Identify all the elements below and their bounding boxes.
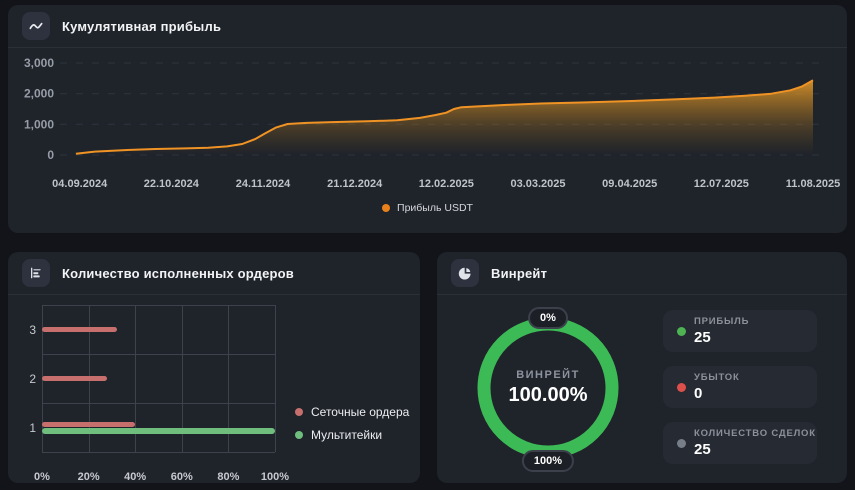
pie-chart-icon <box>451 259 479 287</box>
stat-value: 25 <box>694 441 711 458</box>
bar-row <box>42 305 275 354</box>
bar-Мультитейки[interactable] <box>42 428 275 434</box>
bar-Сеточные ордера[interactable] <box>42 421 136 427</box>
bar-Сеточные ордера[interactable] <box>42 375 108 382</box>
x-axis-label: 40% <box>124 471 147 483</box>
x-axis-label: 20% <box>77 471 100 483</box>
panel-title: Количество исполненных ордеров <box>62 265 294 281</box>
svg-text:2,000: 2,000 <box>24 87 54 101</box>
stat-card: КОЛИЧЕСТВО СДЕЛОК 25 <box>663 422 817 464</box>
category-label: 1 <box>29 420 36 435</box>
cumulative-profit-header: Кумулятивная прибыль <box>8 5 847 48</box>
bar-row <box>42 403 275 452</box>
ring-badge-zero: 0% <box>528 307 568 329</box>
bar-plot-area: 3 2 1 0% 20% 40% 60% 80% 100% <box>29 305 289 483</box>
ring-badge-hundred: 100% <box>521 450 575 472</box>
x-axis-label: 0% <box>34 471 50 483</box>
stat-value: 0 <box>694 385 703 402</box>
legend-label: Сеточные ордера <box>311 405 410 419</box>
executed-orders-header: Количество исполненных ордеров <box>8 252 420 295</box>
legend-label: Мультитейки <box>311 428 383 442</box>
stat-card: УБЫТОК 0 <box>663 366 817 408</box>
cumulative-profit-chart: 0 1,000 2,000 3,000 04.09.2024 22.10.2024 24.1… <box>24 56 840 190</box>
area-fill <box>75 80 813 155</box>
panel-title: Винрейт <box>491 265 548 281</box>
stat-label: УБЫТОК <box>694 372 740 383</box>
legend-dot <box>295 408 303 416</box>
legend-dot <box>295 431 303 439</box>
stat-label: КОЛИЧЕСТВО СДЕЛОК <box>694 428 816 439</box>
category-label: 2 <box>29 371 36 386</box>
x-tick-label: 11.08.2025 <box>786 178 840 190</box>
winrate-stats: ПРИБЫЛЬ 25 УБЫТОК 0 КОЛИЧЕСТВО СДЕЛОК 25 <box>663 310 817 464</box>
chart-legend[interactable]: Прибыль USDT <box>8 202 847 214</box>
winrate-panel: Винрейт ВИНРЕЙТ 100.00% 0% 100% ПРИБЫЛЬ … <box>437 252 847 483</box>
x-tick-label: 21.12.2024 <box>327 178 383 190</box>
grid-line-horizontal <box>42 452 275 453</box>
bar-chart-icon <box>22 259 50 287</box>
x-tick-label: 03.03.2025 <box>510 178 565 190</box>
legend-item[interactable]: Сеточные ордера <box>295 405 409 419</box>
winrate-label: ВИНРЕЙТ <box>516 369 580 381</box>
category-label: 3 <box>29 322 36 337</box>
x-tick-label: 12.02.2025 <box>419 178 474 190</box>
line-chart-icon <box>22 12 50 40</box>
bar-Сеточные ордера[interactable] <box>42 326 117 333</box>
grid-line-vertical <box>275 305 276 452</box>
executed-orders-panel: Количество исполненных ордеров 3 2 1 0% 20% 4… <box>8 252 420 483</box>
x-axis-label: 80% <box>217 471 240 483</box>
x-axis-label: 100% <box>260 471 290 483</box>
x-tick-label: 09.04.2025 <box>602 178 657 190</box>
legend-label: Прибыль USDT <box>397 202 473 214</box>
stat-dot <box>677 438 686 448</box>
svg-text:3,000: 3,000 <box>24 56 54 70</box>
x-tick-label: 12.07.2025 <box>694 178 749 190</box>
x-tick-label: 22.10.2024 <box>144 178 200 190</box>
x-tick-label: 24.11.2024 <box>236 178 291 190</box>
stat-value: 25 <box>694 329 711 346</box>
x-tick-label: 04.09.2024 <box>52 178 108 190</box>
bar-row <box>42 354 275 403</box>
stat-dot <box>677 326 686 336</box>
stat-card: ПРИБЫЛЬ 25 <box>663 310 817 352</box>
cumulative-profit-panel: Кумулятивная прибыль 0 1,000 2,000 3,000 04.… <box>8 5 847 233</box>
legend-item[interactable]: Мультитейки <box>295 428 409 442</box>
winrate-header: Винрейт <box>437 252 847 295</box>
bar-chart-legend: Сеточные ордера Мультитейки <box>295 405 409 442</box>
stat-dot <box>677 382 686 392</box>
orders-bar-chart: 3 2 1 0% 20% 40% 60% 80% 100% Сеточные ордера Му… <box>8 294 420 483</box>
svg-text:0: 0 <box>47 148 54 162</box>
legend-dot <box>382 204 391 212</box>
donut-center: ВИНРЕЙТ 100.00% <box>468 308 628 468</box>
winrate-value: 100.00% <box>508 384 588 406</box>
winrate-donut: ВИНРЕЙТ 100.00% 0% 100% <box>468 307 628 472</box>
panel-title: Кумулятивная прибыль <box>62 18 222 34</box>
stat-label: ПРИБЫЛЬ <box>694 316 750 327</box>
svg-text:1,000: 1,000 <box>24 117 54 131</box>
x-axis-label: 60% <box>170 471 193 483</box>
